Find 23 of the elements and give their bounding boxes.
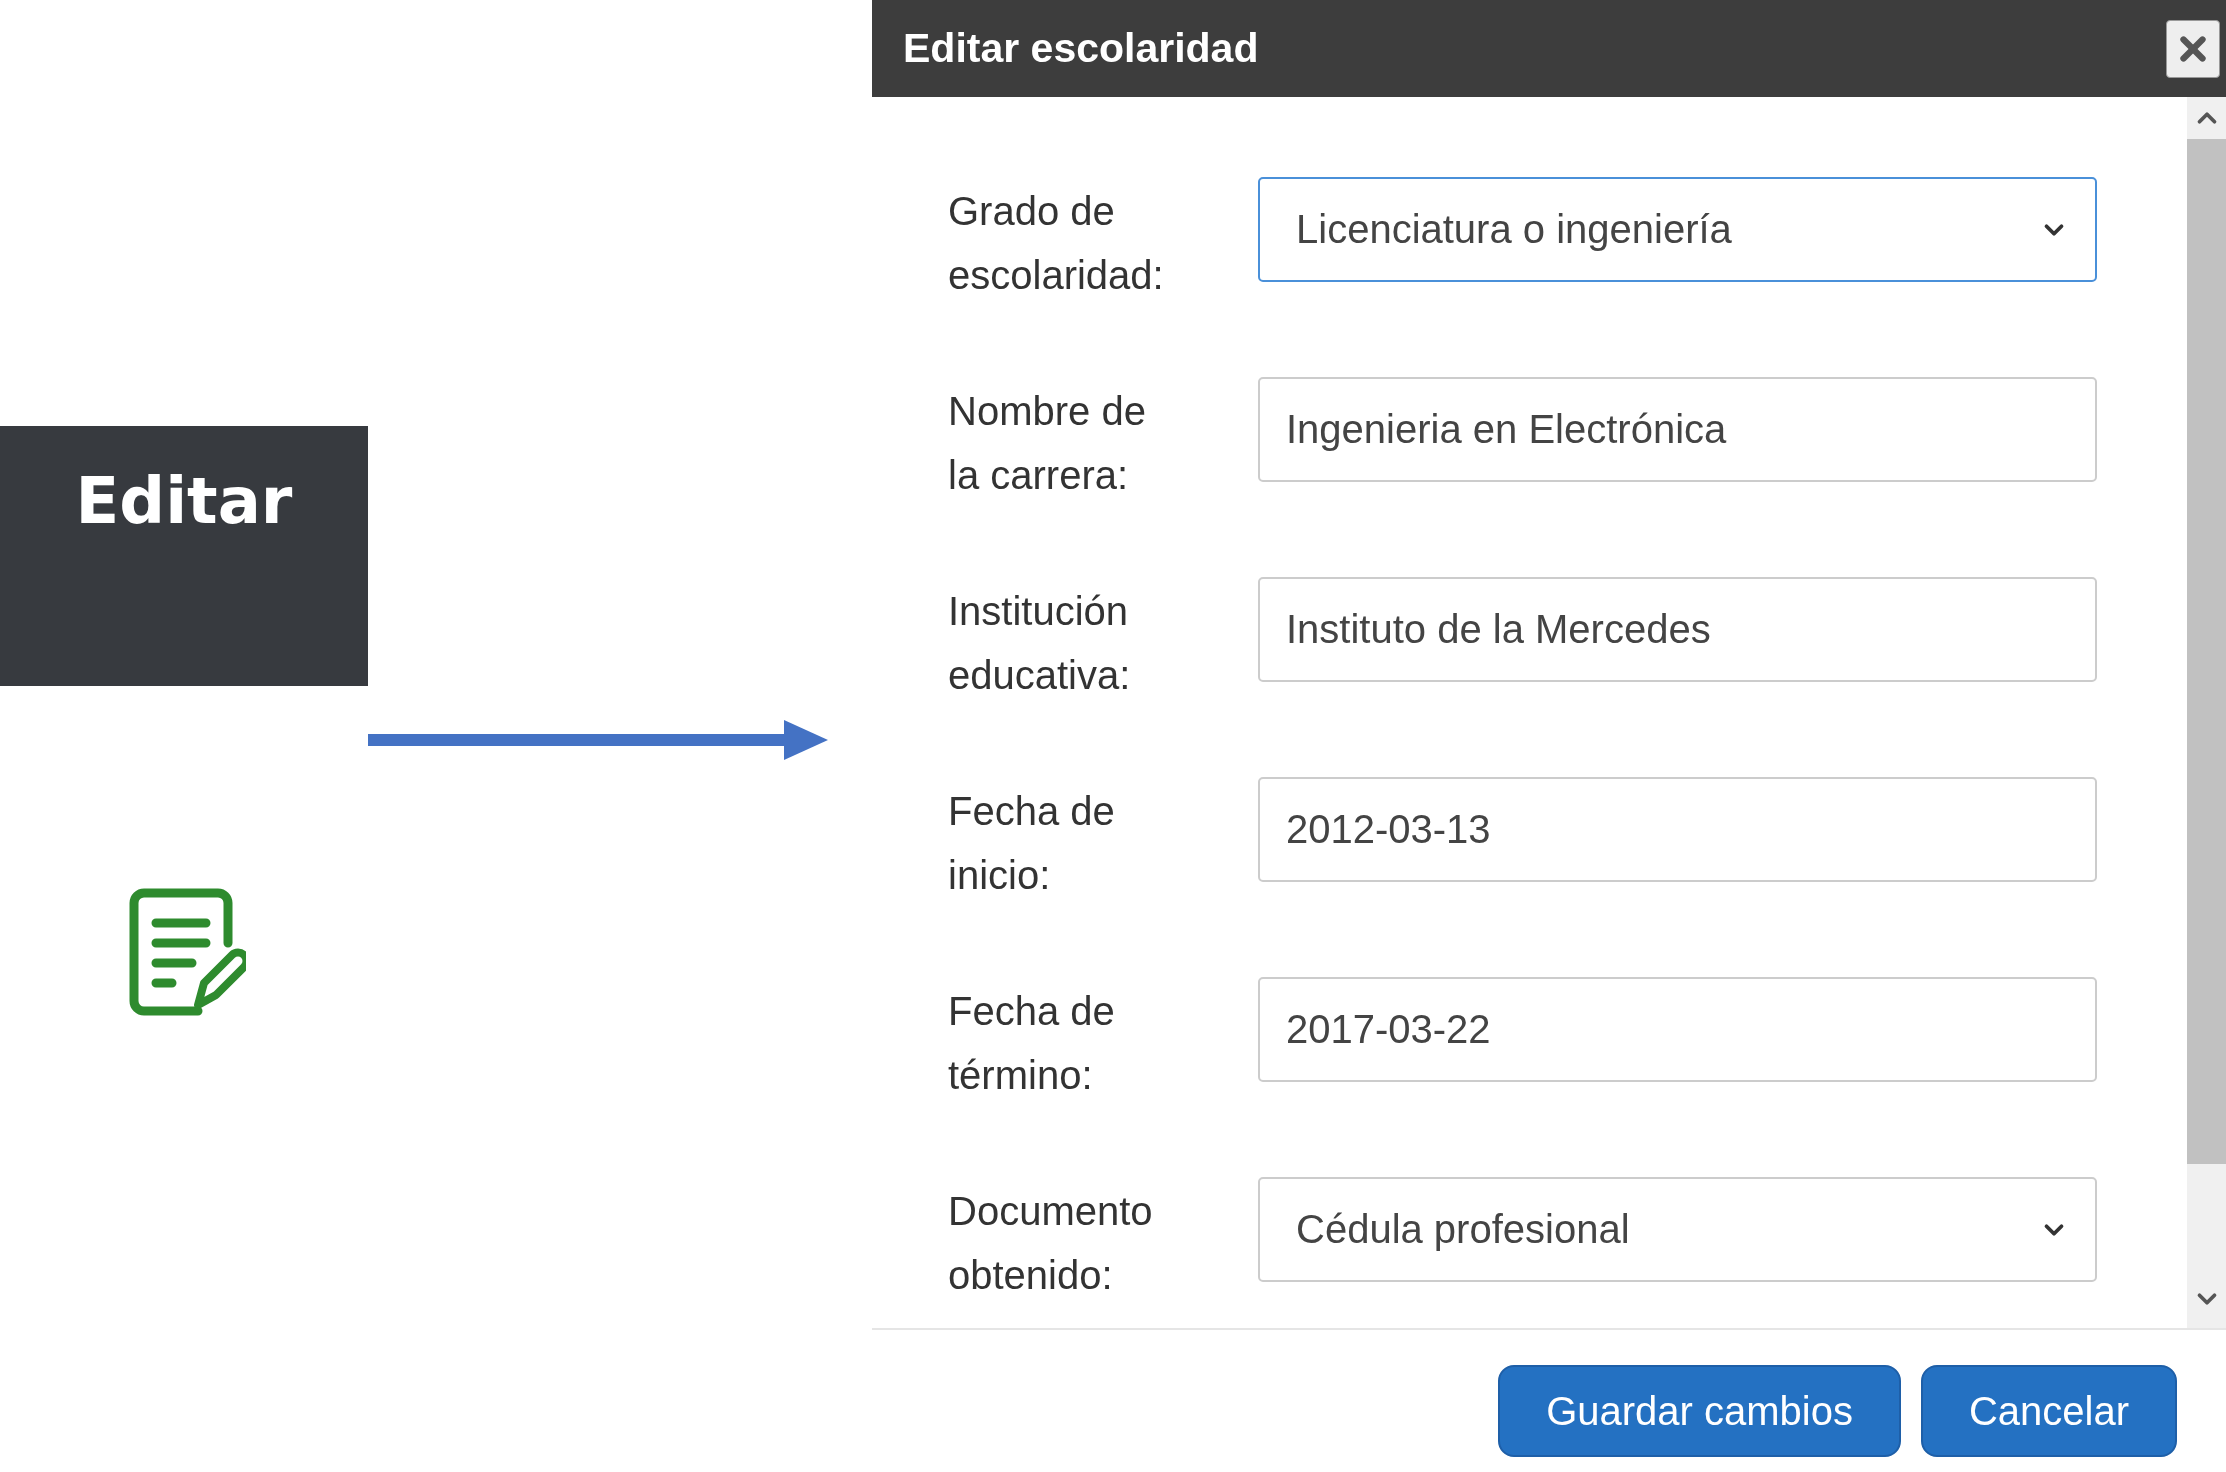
select-field[interactable]: Licenciatura o ingeniería: [1258, 177, 2097, 282]
dialog-title: Editar escolaridad: [903, 25, 1259, 72]
arrow-icon: [368, 718, 828, 762]
editar-callout: Editar: [0, 426, 368, 686]
scrollbar[interactable]: [2187, 97, 2226, 1328]
input-field[interactable]: Ingenieria en Electrónica: [1258, 377, 2097, 482]
select-field[interactable]: Cédula profesional: [1258, 1177, 2097, 1282]
document-pencil-icon: [128, 887, 246, 1017]
field-label: Fecha de inicio:: [948, 788, 1116, 899]
field-label: Nombre de la carrera:: [948, 388, 1147, 499]
save-button[interactable]: Guardar cambios: [1498, 1365, 1901, 1457]
input-field[interactable]: 2012-03-13: [1258, 777, 2097, 882]
select-value: Cédula profesional: [1296, 1207, 1630, 1252]
field-label: Grado de escolaridad:: [948, 188, 1163, 299]
field-label: Documento obtenido:: [948, 1188, 1154, 1299]
select-value: Licenciatura o ingeniería: [1296, 207, 1732, 252]
input-field[interactable]: Instituto de la Mercedes: [1258, 577, 2097, 682]
field-label: Fecha de término:: [948, 988, 1116, 1099]
close-button[interactable]: [2166, 19, 2220, 78]
scrollbar-thumb[interactable]: [2187, 139, 2226, 1164]
input-field[interactable]: 2017-03-22: [1258, 977, 2097, 1082]
field-label: Institución educativa:: [948, 588, 1132, 699]
cancel-button[interactable]: Cancelar: [1920, 1365, 2177, 1457]
